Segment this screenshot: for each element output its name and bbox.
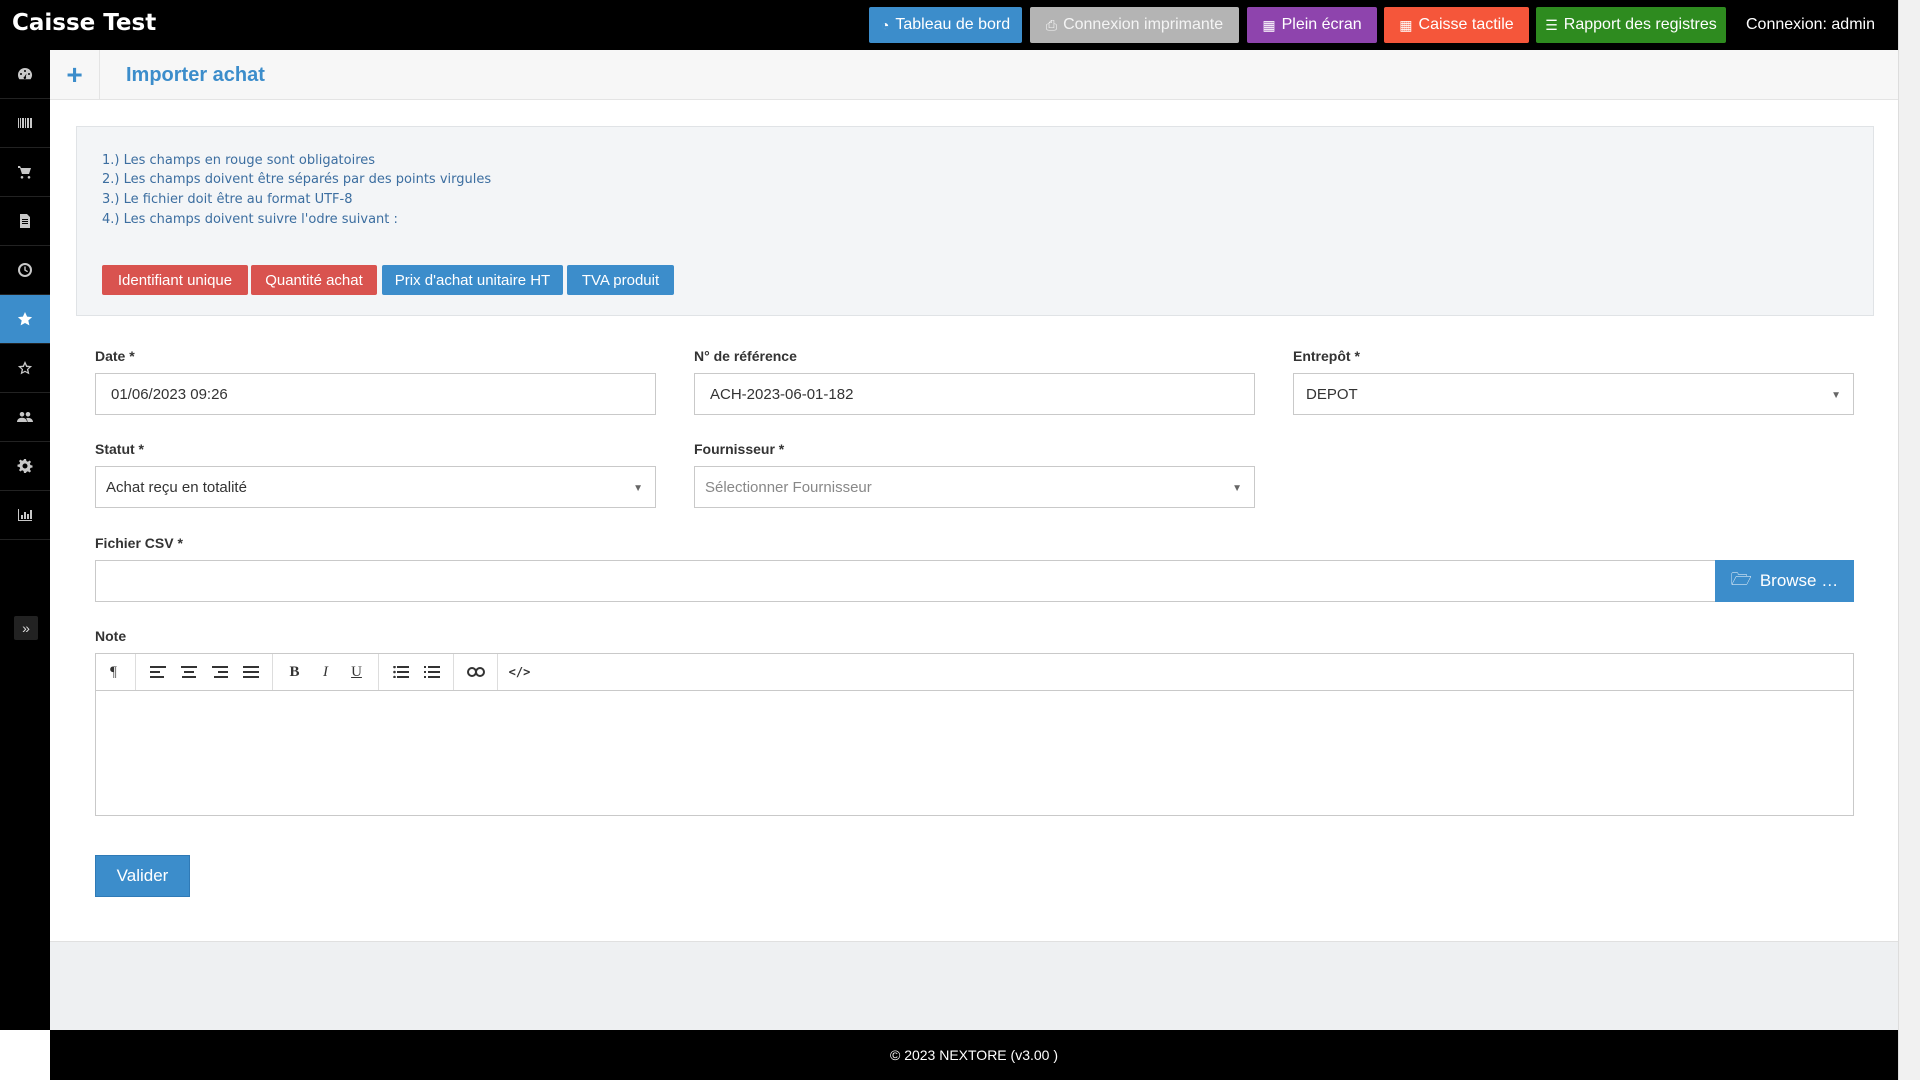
- register-report-button[interactable]: ☰ Rapport des registres: [1536, 7, 1726, 43]
- printer-connect-button[interactable]: ⎙ Connexion imprimante: [1030, 7, 1239, 43]
- sidebar-expand-button[interactable]: »: [14, 616, 38, 640]
- dashboard-button-label: Tableau de bord: [895, 16, 1011, 33]
- date-field[interactable]: 01/06/2023 09:26: [95, 373, 656, 415]
- touch-button-label: Caisse tactile: [1418, 16, 1514, 33]
- csv-file-input[interactable]: [95, 560, 1716, 602]
- underline-icon[interactable]: U: [341, 657, 372, 687]
- date-value: 01/06/2023 09:26: [111, 385, 228, 403]
- footer-copyright: © 2023 NEXTORE (v3.00 ): [889, 1047, 1058, 1063]
- users-icon: [17, 412, 33, 422]
- caret-down-icon: ▼: [1232, 483, 1242, 494]
- sidebar-item-settings[interactable]: [0, 442, 50, 491]
- sidebar-item-cart[interactable]: [0, 148, 50, 197]
- warehouse-select[interactable]: DEPOT ▼: [1293, 373, 1854, 415]
- reference-value: ACH-2023-06-01-182: [710, 385, 854, 403]
- grid-icon: ▦: [1262, 16, 1276, 33]
- submit-button[interactable]: Valider: [95, 855, 190, 897]
- field-tag-unit-price: Prix d'achat unitaire HT: [382, 265, 563, 295]
- clock-icon: [18, 263, 32, 277]
- align-left-icon[interactable]: [142, 657, 173, 687]
- scrollbar[interactable]: [1898, 0, 1920, 1080]
- sidebar-item-barcode[interactable]: [0, 99, 50, 148]
- instruction-line: 2.) Les champs doivent être séparés par …: [102, 172, 492, 187]
- align-right-icon[interactable]: [204, 657, 235, 687]
- warehouse-value: DEPOT: [1306, 385, 1358, 403]
- align-justify-icon[interactable]: [235, 657, 266, 687]
- status-select[interactable]: Achat reçu en totalité ▼: [95, 466, 656, 508]
- reference-field[interactable]: ACH-2023-06-01-182: [694, 373, 1255, 415]
- italic-icon[interactable]: I: [310, 657, 341, 687]
- bullet-list-icon[interactable]: [385, 657, 416, 687]
- note-label: Note: [95, 628, 127, 644]
- add-button[interactable]: +: [50, 50, 100, 100]
- numbered-list-icon[interactable]: [416, 657, 447, 687]
- sidebar-item-dashboard[interactable]: [0, 50, 50, 99]
- folder-open-icon: 🗁: [1730, 569, 1752, 589]
- note-editor-area[interactable]: [95, 691, 1854, 816]
- gear-icon: [17, 459, 33, 473]
- browse-button-label: Browse …: [1759, 571, 1839, 590]
- fullscreen-button[interactable]: ▦ Plein écran: [1247, 7, 1377, 43]
- sidebar-item-history[interactable]: [0, 246, 50, 295]
- instruction-line: 3.) Le fichier doit être au format UTF-8: [102, 192, 353, 207]
- sidebar-item-reports[interactable]: [0, 491, 50, 540]
- barcode-icon: [18, 118, 32, 128]
- bold-icon[interactable]: B: [279, 657, 310, 687]
- caret-down-icon: ▼: [633, 483, 643, 494]
- sidebar-item-favorites[interactable]: [0, 344, 50, 393]
- touch-register-button[interactable]: ▦ Caisse tactile: [1384, 7, 1529, 43]
- status-value: Achat reçu en totalité: [106, 478, 247, 496]
- star-icon: [17, 312, 33, 326]
- paragraph-style-icon[interactable]: ¶: [98, 657, 129, 687]
- sidebar-item-documents[interactable]: [0, 197, 50, 246]
- page-title: Importer achat: [126, 64, 265, 86]
- status-label: Statut *: [95, 441, 144, 457]
- field-tag-unique-id: Identifiant unique: [102, 265, 248, 295]
- grid-icon: ▦: [1399, 16, 1413, 33]
- field-tag-quantity: Quantité achat: [251, 265, 377, 295]
- page-header: + Importer achat: [50, 50, 1898, 100]
- top-bar: Caisse Test ◔ Tableau de bord ⎙ Connexio…: [0, 0, 1898, 50]
- double-chevron-right-icon: »: [22, 620, 30, 636]
- csv-file-label: Fichier CSV *: [95, 535, 183, 551]
- sidebar: »: [0, 50, 50, 1030]
- supplier-select[interactable]: Sélectionner Fournisseur ▼: [694, 466, 1255, 508]
- chart-icon: [18, 509, 32, 521]
- note-editor-toolbar: ¶ B I U </>: [95, 653, 1854, 691]
- date-label: Date *: [95, 348, 135, 364]
- supplier-label: Fournisseur *: [694, 441, 785, 457]
- login-status[interactable]: Connexion: admin: [1746, 16, 1875, 34]
- star-outline-icon: [17, 361, 33, 375]
- sidebar-item-purchases[interactable]: [0, 295, 50, 344]
- caret-down-icon: ▼: [1831, 390, 1841, 401]
- dashboard-icon: ◔: [880, 17, 890, 33]
- report-button-label: Rapport des registres: [1563, 16, 1717, 33]
- import-instructions-box: 1.) Les champs en rouge sont obligatoire…: [76, 126, 1874, 316]
- instruction-line: 4.) Les champs doivent suivre l'odre sui…: [102, 212, 398, 227]
- link-icon[interactable]: [460, 657, 491, 687]
- footer: © 2023 NEXTORE (v3.00 ): [50, 1030, 1898, 1080]
- fullscreen-button-label: Plein écran: [1281, 16, 1362, 33]
- document-icon: [20, 214, 30, 228]
- printer-icon: ⎙: [1045, 16, 1058, 33]
- cart-icon: [18, 166, 31, 179]
- field-tag-vat: TVA produit: [567, 265, 674, 295]
- supplier-placeholder: Sélectionner Fournisseur: [705, 478, 872, 496]
- warehouse-label: Entrepôt *: [1293, 348, 1360, 364]
- printer-button-label: Connexion imprimante: [1063, 16, 1224, 33]
- code-view-icon[interactable]: </>: [504, 657, 535, 687]
- app-title[interactable]: Caisse Test: [12, 10, 156, 36]
- plus-icon: +: [66, 59, 83, 90]
- dashboard-button[interactable]: ◔ Tableau de bord: [869, 7, 1022, 43]
- instruction-line: 1.) Les champs en rouge sont obligatoire…: [102, 153, 376, 168]
- reference-label: N° de référence: [694, 348, 797, 364]
- dashboard-icon: [18, 68, 32, 80]
- browse-button[interactable]: 🗁 Browse …: [1715, 560, 1854, 602]
- list-icon: ☰: [1545, 16, 1558, 33]
- sidebar-item-users[interactable]: [0, 393, 50, 442]
- content-bottom-area: [50, 941, 1898, 1030]
- align-center-icon[interactable]: [173, 657, 204, 687]
